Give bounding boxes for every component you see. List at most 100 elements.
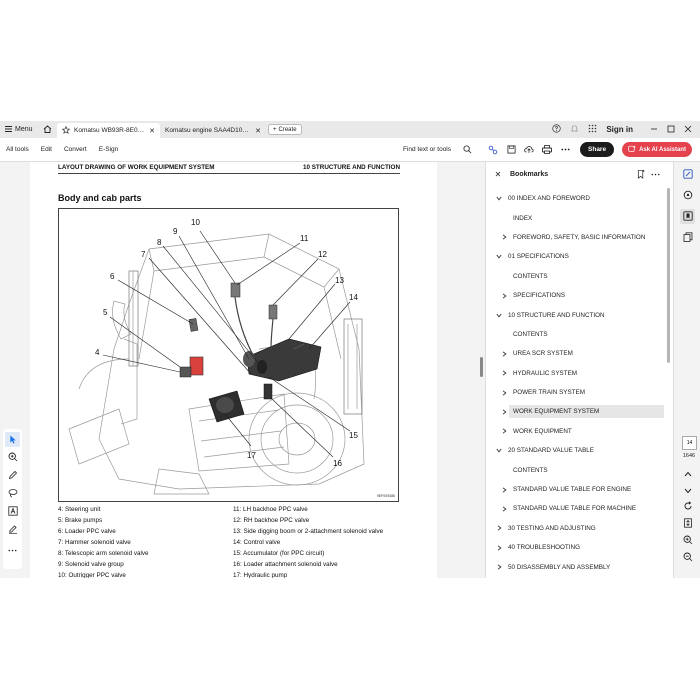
chevron-right-icon[interactable]: [499, 234, 509, 241]
minimize-icon[interactable]: [650, 125, 658, 135]
chevron-down-icon[interactable]: [494, 448, 504, 453]
chevron-down-icon[interactable]: [494, 254, 504, 259]
bookmarks-panel-button[interactable]: [680, 209, 695, 224]
chevron-down-icon[interactable]: [494, 313, 504, 318]
share-button[interactable]: Share: [580, 142, 615, 157]
bookmark-item[interactable]: FOREWORD, SAFETY, BASIC INFORMATION: [486, 228, 664, 247]
bookmark-item[interactable]: SPECIFICATIONS: [486, 286, 664, 305]
bookmark-item[interactable]: 30 TESTING AND ADJUSTING: [486, 519, 664, 538]
window-close-icon[interactable]: [684, 125, 692, 135]
apps-icon[interactable]: [588, 124, 597, 135]
bookmark-item[interactable]: 01 SPECIFICATIONS: [486, 247, 664, 266]
menu-all-tools[interactable]: All tools: [0, 146, 35, 153]
chevron-right-icon[interactable]: [494, 525, 504, 531]
previous-page-button[interactable]: [680, 465, 695, 480]
rotate-button[interactable]: [680, 499, 695, 514]
bookmark-item[interactable]: UREA SCR SYSTEM: [486, 344, 664, 363]
select-tool-button[interactable]: [5, 432, 20, 447]
zoom-tool-button[interactable]: [5, 450, 20, 465]
create-button[interactable]: + Create: [268, 124, 302, 135]
bookmark-item[interactable]: WORK EQUIPMENT SYSTEM: [486, 402, 664, 421]
bookmark-label: INDEX: [513, 214, 533, 222]
bookmark-item[interactable]: 40 TROUBLESHOOTING: [486, 538, 664, 557]
search-icon[interactable]: [458, 145, 476, 154]
find-text-button[interactable]: Find text or tools: [403, 146, 458, 153]
star-icon[interactable]: [61, 125, 71, 136]
fit-page-icon: [683, 515, 693, 533]
close-icon[interactable]: ✕: [255, 127, 261, 135]
more-tools-button[interactable]: [5, 540, 20, 555]
part-item: 8: Telescopic arm solenoid valve: [58, 550, 149, 557]
menu-e-sign[interactable]: E-Sign: [93, 146, 125, 153]
add-bookmark-icon[interactable]: [634, 169, 648, 179]
menu-convert[interactable]: Convert: [58, 146, 93, 153]
upload-icon[interactable]: [520, 145, 538, 154]
zoom-out-button[interactable]: [680, 550, 695, 565]
bookmarks-scroll-thumb[interactable]: [667, 188, 670, 363]
left-tool-rail: [0, 162, 24, 578]
home-button[interactable]: [37, 124, 57, 135]
chevron-right-icon[interactable]: [499, 390, 509, 396]
chevron-right-icon[interactable]: [499, 351, 509, 357]
bookmark-item[interactable]: STANDARD VALUE TABLE FOR ENGINE: [486, 480, 664, 499]
bookmark-item[interactable]: INDEX: [486, 208, 664, 227]
draw-tool-button[interactable]: [5, 468, 20, 483]
bookmark-item[interactable]: HYDRAULIC SYSTEM: [486, 364, 664, 383]
lasso-tool-button[interactable]: [5, 486, 20, 501]
sign-tool-button[interactable]: [5, 522, 20, 537]
bookmark-item[interactable]: POWER TRAIN SYSTEM: [486, 383, 664, 402]
close-icon[interactable]: ✕: [149, 127, 155, 135]
print-icon[interactable]: [538, 145, 556, 154]
close-panel-icon[interactable]: ✕: [486, 170, 510, 179]
save-icon[interactable]: [502, 145, 520, 154]
bookmark-item[interactable]: 00 INDEX AND FOREWORD: [486, 189, 664, 208]
text-tool-button[interactable]: [5, 504, 20, 519]
acrobat-window: Menu Komatsu WB93R-8E0 se... ✕ Komatsu e…: [0, 121, 700, 578]
tab-komatsu-engine[interactable]: Komatsu engine SAA4D102SE-I... ✕: [160, 123, 266, 138]
ai-tools-icon[interactable]: [484, 145, 502, 155]
bookmark-item[interactable]: CONTENTS: [486, 267, 664, 286]
chevron-right-icon[interactable]: [499, 409, 509, 415]
total-pages: 1646: [682, 453, 696, 459]
bookmark-label: 10 STRUCTURE AND FUNCTION: [508, 311, 605, 319]
callout-16: 16: [333, 459, 342, 468]
bookmark-item[interactable]: 50 DISASSEMBLY AND ASSEMBLY: [486, 557, 664, 576]
maximize-icon[interactable]: [667, 125, 675, 135]
tab-komatsu-wb93r[interactable]: Komatsu WB93R-8E0 se... ✕: [57, 123, 160, 138]
document-scroll-thumb[interactable]: [480, 357, 483, 377]
chevron-right-icon[interactable]: [494, 564, 504, 570]
chevron-right-icon[interactable]: [499, 428, 509, 434]
current-page-input[interactable]: 14: [682, 436, 697, 450]
bookmark-item[interactable]: 10 STRUCTURE AND FUNCTION: [486, 305, 664, 324]
zoom-in-button[interactable]: [680, 533, 695, 548]
bookmark-item[interactable]: WORK EQUIPMENT: [486, 422, 664, 441]
bookmark-options-icon[interactable]: [648, 173, 662, 176]
sign-in-button[interactable]: Sign in: [606, 125, 633, 134]
chevron-right-icon[interactable]: [499, 506, 509, 512]
chevron-right-icon[interactable]: [494, 545, 504, 551]
help-icon[interactable]: [552, 124, 561, 135]
menu-button[interactable]: Menu: [0, 125, 37, 134]
chevron-down-icon[interactable]: [494, 196, 504, 201]
bookmark-item[interactable]: 20 STANDARD VALUE TABLE: [486, 441, 664, 460]
next-page-button[interactable]: [680, 482, 695, 497]
chevron-right-icon[interactable]: [499, 370, 509, 376]
pages-panel-button[interactable]: [680, 230, 695, 245]
bookmarks-scrollbar[interactable]: [666, 188, 671, 573]
more-icon[interactable]: [556, 148, 574, 151]
chevron-right-icon[interactable]: [499, 486, 509, 493]
section-title: Body and cab parts: [58, 193, 142, 203]
menu-edit[interactable]: Edit: [35, 146, 58, 153]
bookmark-item[interactable]: STANDARD VALUE TABLE FOR MACHINE: [486, 499, 664, 518]
bookmark-item[interactable]: CONTENTS: [486, 460, 664, 479]
parts-column-right: 11: LH backhoe PPC valve 12: RH backhoe …: [233, 504, 403, 578]
callout-14: 14: [349, 293, 358, 302]
ask-ai-assistant-button[interactable]: Ask AI Assistant: [622, 142, 692, 157]
fit-page-button[interactable]: [680, 516, 695, 531]
bell-icon[interactable]: [570, 124, 579, 135]
bookmark-item[interactable]: CONTENTS: [486, 325, 664, 344]
ai-panel-button[interactable]: [680, 188, 695, 203]
callout-8: 8: [157, 238, 162, 247]
chevron-right-icon[interactable]: [499, 293, 509, 299]
comments-panel-button[interactable]: [680, 167, 695, 182]
